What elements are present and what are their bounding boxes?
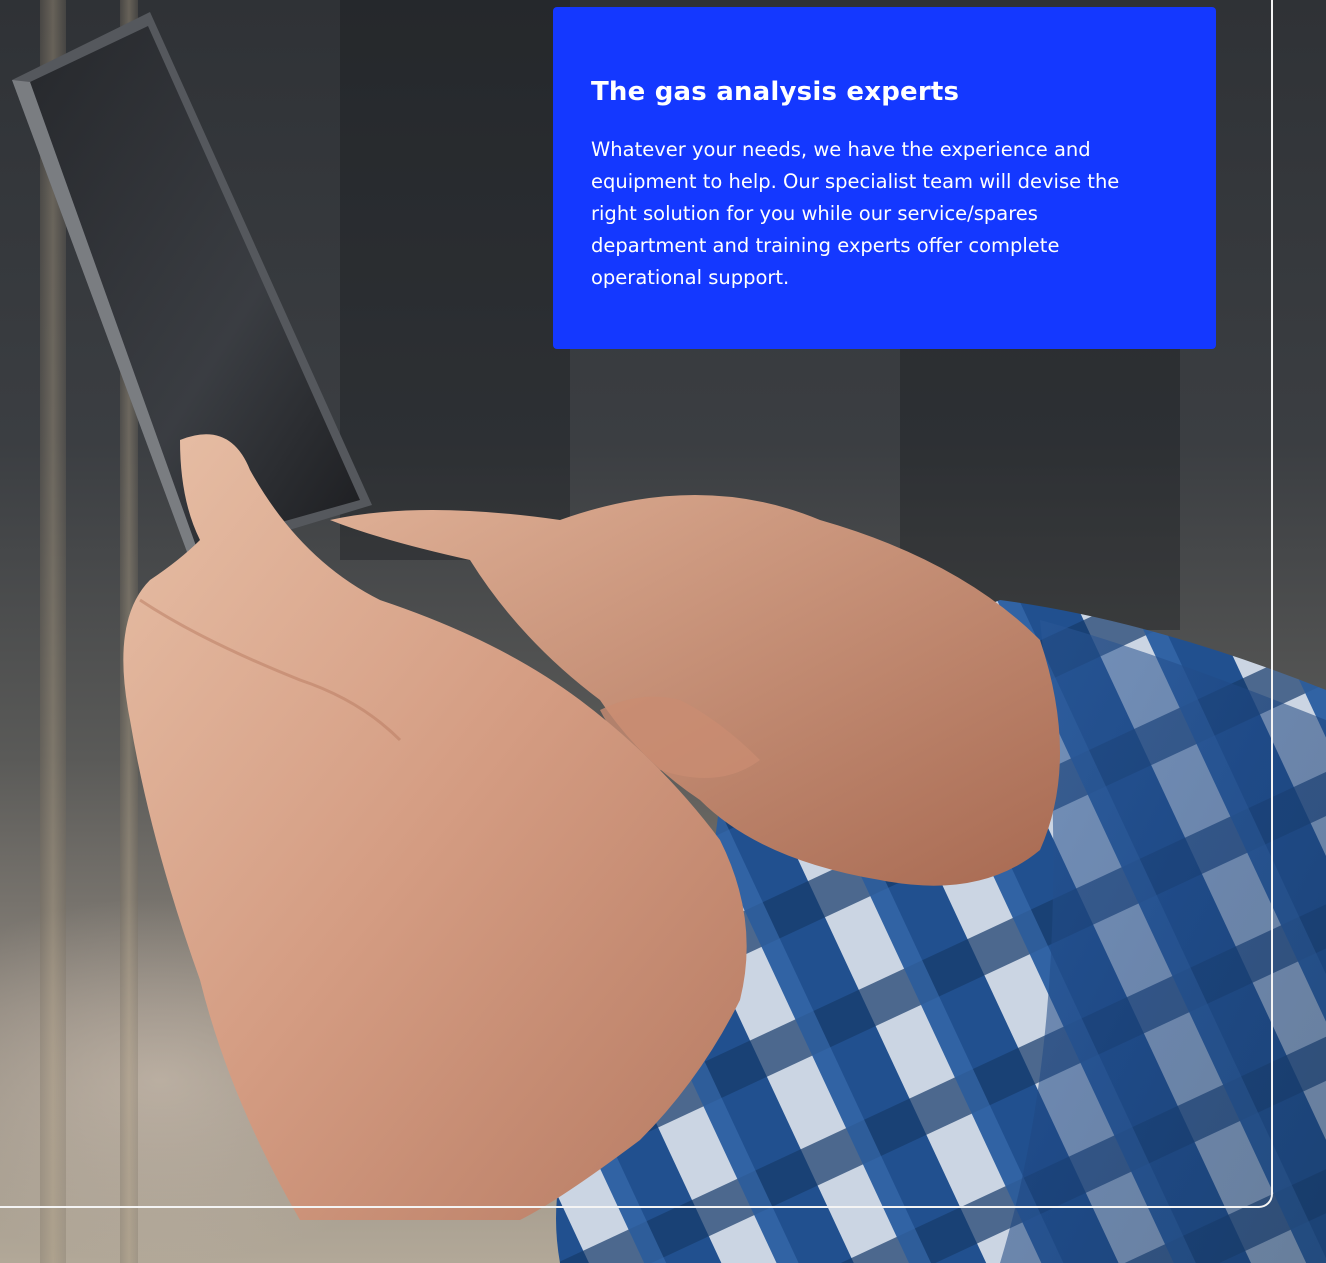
info-card-title: The gas analysis experts — [591, 77, 960, 107]
hero-section: The gas analysis experts Whatever your n… — [0, 0, 1326, 1263]
info-card: The gas analysis experts Whatever your n… — [553, 7, 1216, 349]
info-card-body: Whatever your needs, we have the experie… — [591, 138, 1120, 290]
